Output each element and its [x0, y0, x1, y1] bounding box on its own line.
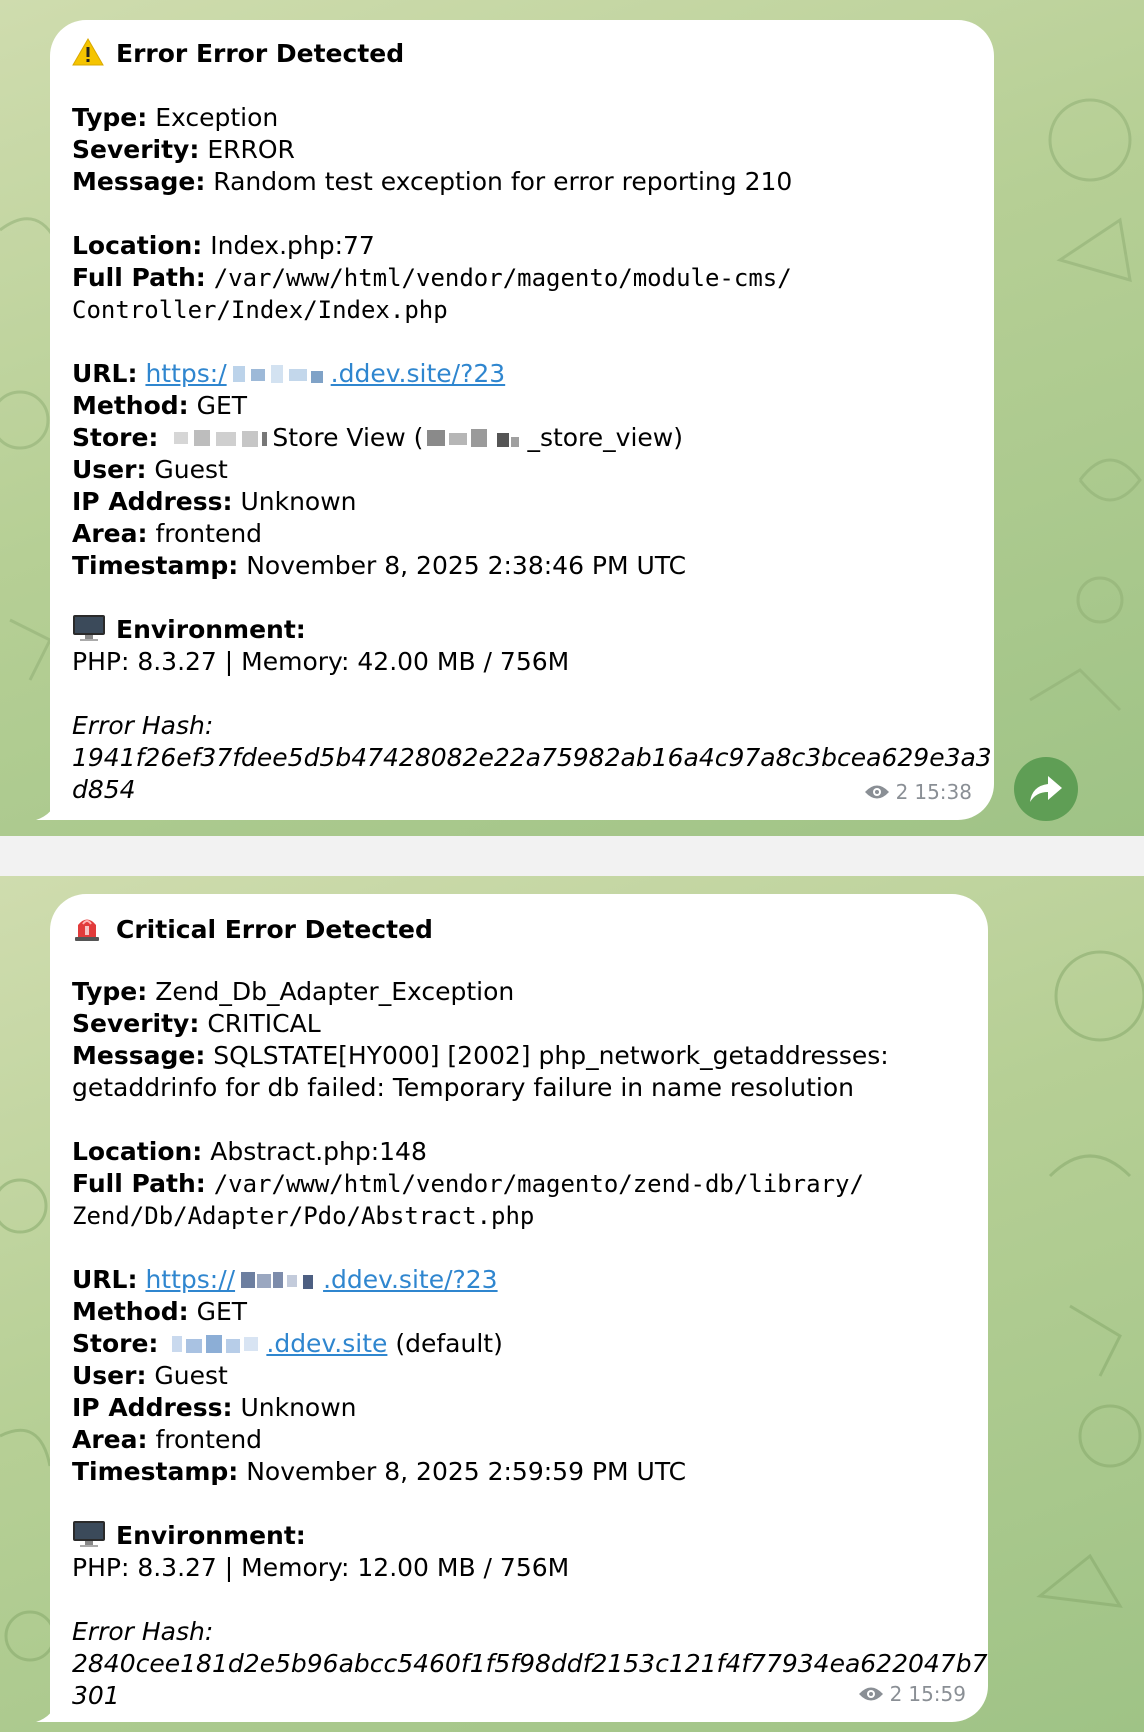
- error-hash-value: 2840cee181d2e5b96abcc5460f1f5f98ddf2153c…: [72, 1649, 988, 1678]
- url-link[interactable]: https:/.ddev.site/?23: [145, 359, 505, 388]
- message-row-cont: getaddrinfo for db failed: Temporary fai…: [72, 1073, 855, 1102]
- monitor-icon: [72, 614, 106, 650]
- share-button[interactable]: [1014, 757, 1078, 821]
- area-row: Area: frontend: [72, 519, 263, 548]
- redacted-block: [172, 1335, 259, 1353]
- type-row: Type: Zend_Db_Adapter_Exception: [72, 977, 515, 1006]
- message-time: 15:38: [914, 780, 972, 804]
- message-meta: 2 15:38: [864, 780, 972, 804]
- error-hash-label: Error Hash:: [72, 711, 214, 740]
- store-row: Store: .ddev.site (default): [72, 1329, 503, 1358]
- message-bubble-critical[interactable]: Critical Error Detected Type: Zend_Db_Ad…: [36, 894, 988, 1722]
- bubble-tail: [36, 1698, 66, 1722]
- monitor-icon: [72, 1520, 106, 1556]
- method-row: Method: GET: [72, 391, 248, 420]
- environment-heading: Environment:: [72, 1520, 966, 1552]
- redacted-block: [241, 1272, 314, 1289]
- error-hash-value-cont: 301: [72, 1681, 120, 1710]
- user-row: User: Guest: [72, 1361, 228, 1390]
- ip-row: IP Address: Unknown: [72, 1393, 357, 1422]
- store-link[interactable]: .ddev.site: [166, 1329, 387, 1358]
- error-hash-value: 1941f26ef37fdee5d5b47428082e22a75982ab16…: [72, 743, 992, 772]
- message-title: Error Error Detected: [72, 37, 972, 70]
- location-row: Location: Abstract.php:148: [72, 1137, 427, 1166]
- eye-icon: [858, 1687, 883, 1701]
- url-link[interactable]: https://.ddev.site/?23: [145, 1265, 497, 1294]
- full-path-row: Full Path: /var/www/html/vendor/magento/…: [72, 263, 792, 292]
- environment-heading: Environment:: [72, 614, 972, 646]
- message-bubble-error[interactable]: Error Error Detected Type: Exception Sev…: [36, 20, 994, 820]
- warning-icon: [72, 37, 106, 74]
- timestamp-row: Timestamp: November 8, 2025 2:38:46 PM U…: [72, 551, 687, 580]
- location-row: Location: Index.php:77: [72, 231, 375, 260]
- severity-row: Severity: CRITICAL: [72, 1009, 321, 1038]
- message-row: Message: SQLSTATE[HY000] [2002] php_netw…: [72, 1041, 889, 1070]
- user-row: User: Guest: [72, 455, 228, 484]
- redacted-block: [232, 365, 323, 383]
- url-row: URL: https://.ddev.site/?23: [72, 1265, 498, 1294]
- eye-icon: [864, 785, 889, 799]
- chat-background-bottom: Critical Error Detected Type: Zend_Db_Ad…: [0, 876, 1144, 1732]
- severity-row: Severity: ERROR: [72, 135, 295, 164]
- error-hash-label: Error Hash:: [72, 1617, 214, 1646]
- error-hash-value-cont: d854: [72, 775, 136, 804]
- full-path-row-cont: Zend/Db/Adapter/Pdo/Abstract.php: [72, 1202, 535, 1230]
- ip-row: IP Address: Unknown: [72, 487, 357, 516]
- area-row: Area: frontend: [72, 1425, 263, 1454]
- chat-background-top: Error Error Detected Type: Exception Sev…: [0, 0, 1144, 836]
- bubble-tail: [36, 796, 66, 820]
- environment-value: PHP: 8.3.27 | Memory: 42.00 MB / 756M: [72, 647, 570, 676]
- redacted-block: [174, 430, 268, 447]
- view-count: 2: [889, 1682, 903, 1706]
- full-path-row-cont: Controller/Index/Index.php: [72, 296, 448, 324]
- timestamp-row: Timestamp: November 8, 2025 2:59:59 PM U…: [72, 1457, 687, 1486]
- url-row: URL: https:/.ddev.site/?23: [72, 359, 506, 388]
- redacted-block: [427, 429, 520, 447]
- type-row: Type: Exception: [72, 103, 279, 132]
- message-title: Critical Error Detected: [72, 912, 966, 944]
- message-time: 15:59: [908, 1682, 966, 1706]
- share-arrow-icon: [1030, 776, 1062, 802]
- message-meta: 2 15:59: [858, 1682, 966, 1706]
- method-row: Method: GET: [72, 1297, 248, 1326]
- full-path-row: Full Path: /var/www/html/vendor/magento/…: [72, 1169, 864, 1198]
- siren-icon: [72, 912, 106, 950]
- store-row: Store: Store View (_store_view): [72, 423, 683, 452]
- view-count: 2: [895, 780, 909, 804]
- message-row: Message: Random test exception for error…: [72, 167, 793, 196]
- environment-value: PHP: 8.3.27 | Memory: 12.00 MB / 756M: [72, 1553, 570, 1582]
